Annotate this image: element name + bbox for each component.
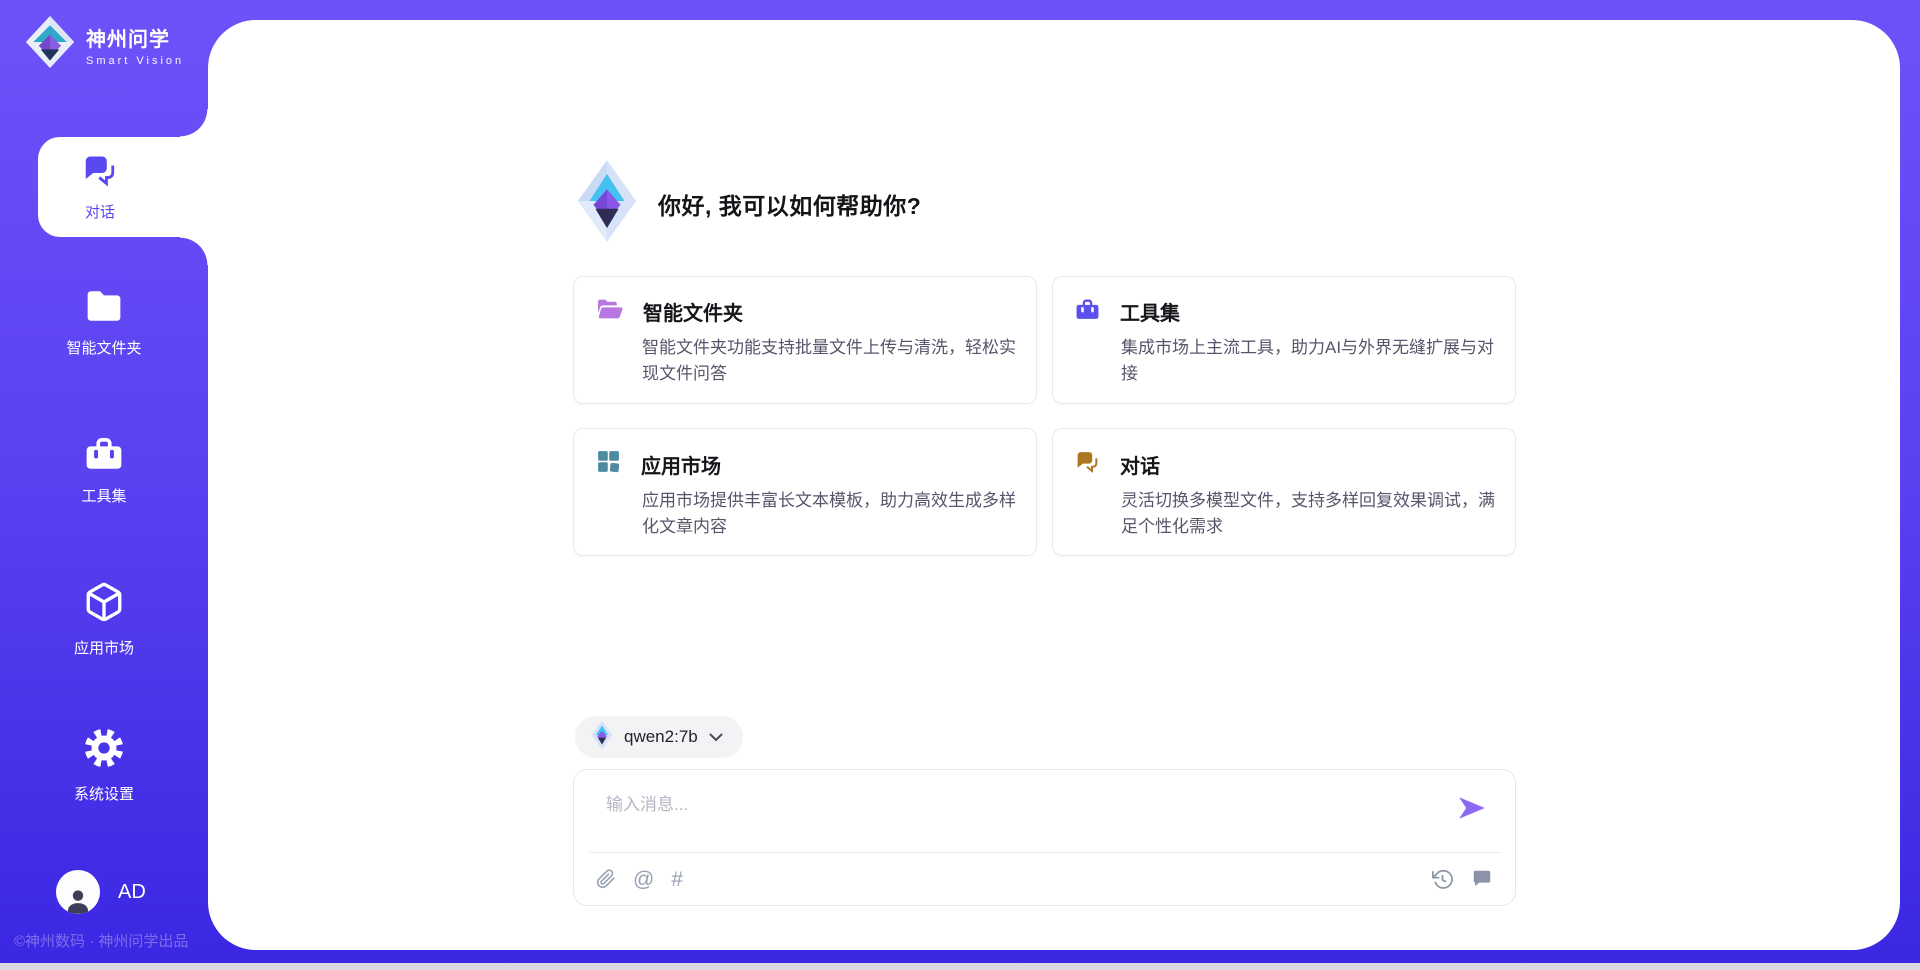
attachment-icon[interactable] xyxy=(596,868,616,890)
model-selector[interactable]: qwen2:7b xyxy=(575,716,743,758)
card-toolset[interactable]: 工具集 集成市场上主流工具，助力AI与外界无缝扩展与对接 xyxy=(1052,276,1516,404)
assistant-diamond-icon xyxy=(576,158,638,249)
message-composer: @ # xyxy=(573,769,1516,906)
card-smart-folders[interactable]: 智能文件夹 智能文件夹功能支持批量文件上传与清洗，轻松实现文件问答 xyxy=(573,276,1037,404)
hashtag-icon[interactable]: # xyxy=(671,869,683,890)
card-title: 对话 xyxy=(1120,450,1160,479)
brand-subtitle: Smart Vision xyxy=(86,55,184,67)
sidebar: 神州问学 Smart Vision 对话 智能文件夹 xyxy=(0,0,208,970)
message-input[interactable] xyxy=(606,790,1426,842)
brand-logo: 神州问学 Smart Vision xyxy=(24,14,184,75)
greeting: 你好, 我可以如何帮助你? xyxy=(576,158,921,249)
sidebar-item-chat[interactable]: 对话 xyxy=(38,137,210,237)
folder-open-icon xyxy=(596,297,623,326)
toolbox-icon xyxy=(1075,297,1100,326)
sidebar-item-apps[interactable]: 应用市场 xyxy=(0,580,208,664)
gear-icon xyxy=(82,726,126,775)
card-description: 智能文件夹功能支持批量文件上传与清洗，轻松实现文件问答 xyxy=(642,335,1018,387)
card-chat[interactable]: 对话 灵活切换多模型文件，支持多样回复效果调试，满足个性化需求 xyxy=(1052,428,1516,556)
card-title: 工具集 xyxy=(1120,297,1180,326)
copyright-text: ©神州数码 · 神州问学出品 xyxy=(14,930,188,951)
card-description: 灵活切换多模型文件，支持多样回复效果调试，满足个性化需求 xyxy=(1121,488,1497,540)
toolbox-icon xyxy=(84,434,124,477)
folder-icon xyxy=(84,288,124,329)
chevron-down-icon xyxy=(709,733,723,742)
sidebar-item-folders[interactable]: 智能文件夹 xyxy=(0,288,208,372)
send-icon[interactable] xyxy=(1457,794,1487,822)
composer-toolbar: @ # xyxy=(596,853,1493,905)
model-diamond-icon xyxy=(591,720,613,755)
card-title: 应用市场 xyxy=(641,450,721,479)
chat-bubbles-icon xyxy=(1075,449,1100,479)
card-description: 集成市场上主流工具，助力AI与外界无缝扩展与对接 xyxy=(1121,335,1497,387)
brand-name: 神州问学 xyxy=(86,23,184,52)
window-bottom-edge xyxy=(0,963,1920,970)
history-icon[interactable] xyxy=(1431,868,1454,891)
mention-icon[interactable]: @ xyxy=(633,869,654,890)
card-app-market[interactable]: 应用市场 应用市场提供丰富长文本模板，助力高效生成多样化文章内容 xyxy=(573,428,1037,556)
grid-icon xyxy=(596,449,621,479)
card-description: 应用市场提供丰富长文本模板，助力高效生成多样化文章内容 xyxy=(642,488,1018,540)
sidebar-item-label: 智能文件夹 xyxy=(66,337,141,358)
user-name: AD xyxy=(118,881,146,904)
sidebar-item-label: 工具集 xyxy=(81,485,126,506)
card-title: 智能文件夹 xyxy=(643,297,743,326)
avatar xyxy=(56,870,100,914)
feature-cards: 智能文件夹 智能文件夹功能支持批量文件上传与清洗，轻松实现文件问答 工具集 集成… xyxy=(573,276,1516,556)
sidebar-item-label: 对话 xyxy=(85,201,115,222)
chat-history-icon[interactable] xyxy=(1471,868,1493,890)
chat-bubbles-icon xyxy=(82,152,118,193)
sidebar-item-label: 系统设置 xyxy=(74,783,134,804)
cube-icon xyxy=(83,580,125,629)
sidebar-item-settings[interactable]: 系统设置 xyxy=(0,726,208,810)
sidebar-item-tools[interactable]: 工具集 xyxy=(0,434,208,518)
greeting-title: 你好, 我可以如何帮助你? xyxy=(658,187,921,221)
model-name: qwen2:7b xyxy=(624,727,698,747)
brand-diamond-icon xyxy=(24,14,76,75)
sidebar-item-label: 应用市场 xyxy=(74,637,134,658)
user-profile[interactable]: AD xyxy=(56,870,146,914)
